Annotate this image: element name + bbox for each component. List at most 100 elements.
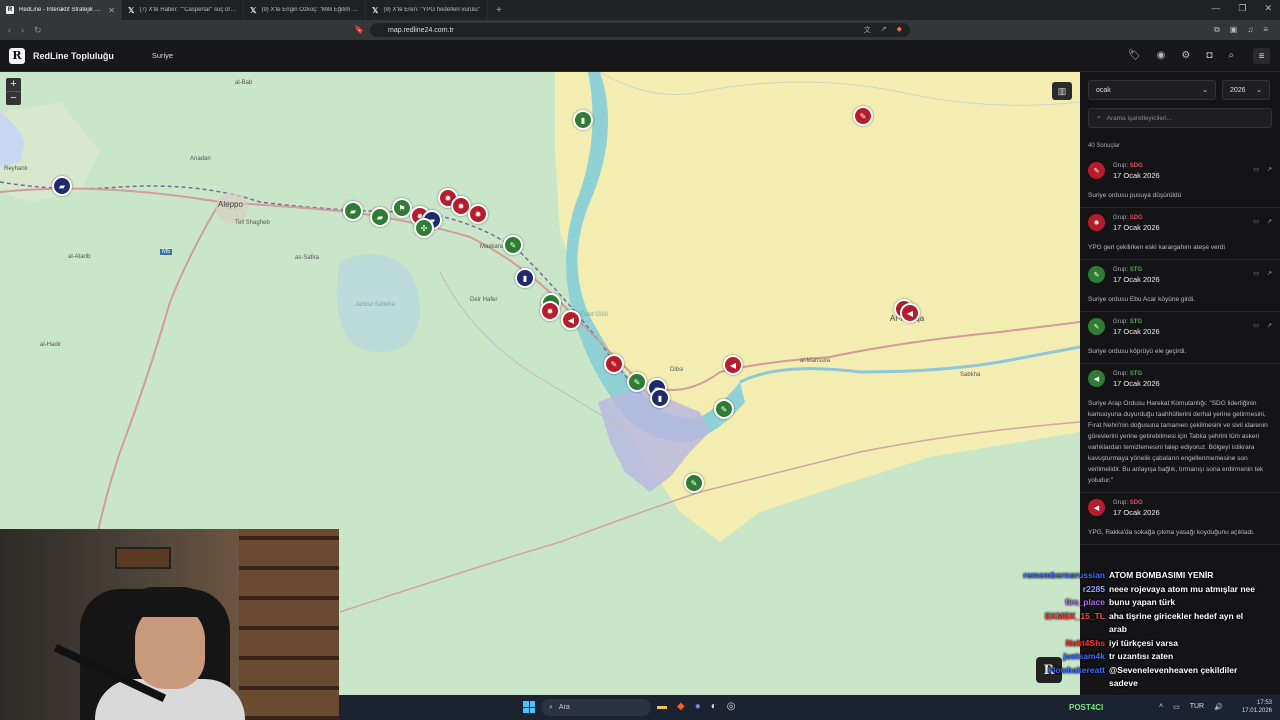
megaphone-marker[interactable]: ◀ bbox=[561, 310, 581, 330]
chevron-up-icon[interactable]: ˄ bbox=[1159, 703, 1163, 711]
group-label: Grup: bbox=[1113, 163, 1129, 169]
event-text: YPG, Rakka'da sokağa çıkma yasağı koyduğ… bbox=[1088, 529, 1255, 536]
target-marker[interactable]: ✣ bbox=[414, 218, 434, 238]
year-select[interactable]: 2026 ⌄ bbox=[1222, 80, 1270, 100]
external-link-icon[interactable]: ↗ bbox=[1267, 322, 1272, 329]
rifle-marker[interactable]: ✎ bbox=[627, 372, 647, 392]
maximize-icon[interactable]: ❐ bbox=[1238, 3, 1246, 14]
megaphone-marker[interactable]: ◀ bbox=[723, 355, 743, 375]
steam-icon[interactable]: ◐ bbox=[711, 701, 717, 712]
fire-marker[interactable]: ✹ bbox=[540, 301, 560, 321]
group-label: Grup: bbox=[1113, 500, 1129, 506]
truck-marker[interactable]: ▰ bbox=[343, 201, 363, 221]
share-icon[interactable]: ↗ bbox=[881, 25, 887, 35]
minimize-icon[interactable]: — bbox=[1211, 3, 1220, 14]
url-field[interactable]: map.redline24.com.tr 文 ↗ ◆ bbox=[370, 23, 910, 37]
system-tray: ˄ ▭ TUR 🔊 bbox=[1159, 703, 1223, 711]
new-tab-button[interactable]: + bbox=[488, 5, 510, 16]
zoom-out-button[interactable]: − bbox=[6, 92, 21, 105]
forward-icon[interactable]: › bbox=[21, 25, 24, 36]
taskbar-clock[interactable]: 17:53 17.01.2026 bbox=[1242, 699, 1272, 715]
event-item[interactable]: ◀ Grup: STG 17 Ocak 2026 Suriye Arap Ord… bbox=[1080, 364, 1280, 493]
obs-icon[interactable]: ◎ bbox=[727, 701, 736, 712]
reload-icon[interactable]: ↻ bbox=[34, 25, 42, 36]
map-label: Jabbul Sabkha bbox=[355, 302, 395, 308]
extension-icons: ⧉ ▣ ♫ ≡ bbox=[1214, 25, 1268, 35]
external-link-icon[interactable]: ↗ bbox=[1267, 218, 1272, 225]
truck-marker[interactable]: ▰ bbox=[52, 176, 72, 196]
discord-icon[interactable]: ● bbox=[695, 701, 701, 712]
external-link-icon[interactable]: ↗ bbox=[1267, 166, 1272, 173]
music-icon[interactable]: ♫ bbox=[1247, 25, 1253, 35]
event-item[interactable]: ✹ Grup: SDG 17 Ocak 2026 ▭ ↗ YPG geri çek… bbox=[1080, 208, 1280, 260]
folder-icon[interactable]: ▬ bbox=[657, 701, 667, 712]
rifle-marker[interactable]: ✎ bbox=[604, 354, 624, 374]
brand-name[interactable]: RedLine Topluluğu bbox=[33, 51, 114, 61]
layers-button[interactable]: ▥ bbox=[1052, 82, 1072, 100]
marker-search-input[interactable]: ⌕ Arama işaretleyicileri... bbox=[1088, 108, 1272, 128]
event-item[interactable]: ✎ Grup: SDG 17 Ocak 2026 ▭ ↗ Suriye ordus… bbox=[1080, 156, 1280, 208]
tray-app-icon[interactable]: ▭ bbox=[1173, 703, 1180, 711]
menu-button[interactable]: ≡ bbox=[1253, 48, 1270, 64]
sidebar-icon[interactable]: ▣ bbox=[1230, 25, 1238, 35]
rifle-marker[interactable]: ✎ bbox=[684, 473, 704, 493]
rifle-marker[interactable]: ✎ bbox=[503, 235, 523, 255]
fire-marker[interactable]: ✹ bbox=[468, 204, 488, 224]
rifle-icon: ✎ bbox=[1088, 318, 1105, 335]
event-item[interactable]: ✎ Grup: STG 17 Ocak 2026 ▭ ↗ Suriye ordus… bbox=[1080, 312, 1280, 364]
map-label: Esed Gölü bbox=[580, 312, 609, 318]
chat-text: ATOM BOMBASIMI YENİR bbox=[1109, 570, 1214, 580]
video-icon[interactable]: ▭ bbox=[1253, 322, 1259, 329]
event-item[interactable]: ◀ Grup: SDG 17 Ocak 2026 YPG, Rakka'da s… bbox=[1080, 493, 1280, 545]
chat-text: @Sevenelevenheaven çekildiler sadeve bbox=[1109, 664, 1238, 689]
close-window-icon[interactable]: ✕ bbox=[1264, 3, 1272, 14]
back-icon[interactable]: ‹ bbox=[8, 25, 11, 36]
bullet-marker[interactable]: ▮ bbox=[515, 268, 535, 288]
close-icon[interactable]: ✕ bbox=[108, 6, 115, 15]
bullet-icon: ▮ bbox=[657, 393, 663, 403]
settings-icon[interactable]: ⚙ bbox=[1181, 50, 1190, 61]
pin-icon[interactable]: ◉ bbox=[1157, 50, 1166, 61]
bullet-marker[interactable]: ▮ bbox=[650, 388, 670, 408]
tab-x-eren[interactable]: 𝕏 (9) X'te Eren: "YPG hedefleri vurulu" bbox=[366, 0, 488, 20]
brand-logo[interactable]: R bbox=[9, 47, 25, 64]
external-link-icon[interactable]: ↗ bbox=[1267, 270, 1272, 277]
language-indicator[interactable]: TUR bbox=[1190, 703, 1204, 711]
extensions-icon[interactable]: ⧉ bbox=[1214, 25, 1220, 35]
header-tools: 🏷 ◉ ⚙ ◘ ⌕ bbox=[1128, 50, 1234, 61]
bullet-marker[interactable]: ▮ bbox=[573, 110, 593, 130]
video-icon[interactable]: ▭ bbox=[1253, 270, 1259, 277]
chat-message: r2285 neee rojevaya atom mu atmışlar nee bbox=[1010, 583, 1280, 597]
browser-menu-icon[interactable]: ≡ bbox=[1263, 25, 1268, 35]
volume-icon[interactable]: 🔊 bbox=[1214, 703, 1223, 711]
search-icon[interactable]: ⌕ bbox=[1228, 50, 1234, 61]
video-icon[interactable]: ▭ bbox=[1253, 218, 1259, 225]
translate-icon[interactable]: 文 bbox=[864, 25, 871, 35]
tag-icon[interactable]: 🏷 bbox=[1128, 50, 1141, 61]
tab-redline[interactable]: R RedLine - İnteraktif Stratejik Harit ✕ bbox=[0, 0, 122, 20]
event-date: 17 Ocak 2026 bbox=[1113, 171, 1160, 180]
event-feed: ✎ Grup: SDG 17 Ocak 2026 ▭ ↗ Suriye ordus… bbox=[1080, 156, 1280, 545]
event-text: Suriye Arap Ordusu Harekat Komutanlığı: … bbox=[1088, 400, 1268, 484]
camera-icon[interactable]: ◘ bbox=[1206, 50, 1212, 61]
tab-x-engin[interactable]: 𝕏 (9) X'te Engin Özkoç: "Milli Eğitim Ba bbox=[244, 0, 366, 20]
bookmark-icon[interactable]: 🔖 bbox=[354, 25, 364, 34]
event-item[interactable]: ✎ Grup: STG 17 Ocak 2026 ▭ ↗ Suriye ordus… bbox=[1080, 260, 1280, 312]
video-icon[interactable]: ▭ bbox=[1253, 166, 1259, 173]
zoom-in-button[interactable]: + bbox=[6, 78, 21, 92]
brave-icon[interactable]: ◆ bbox=[677, 701, 685, 712]
event-meta: Grup: SDG 17 Ocak 2026 bbox=[1113, 162, 1160, 182]
rifle-marker[interactable]: ✎ bbox=[714, 399, 734, 419]
flag-marker[interactable]: ⚑ bbox=[392, 198, 412, 218]
shield-icon[interactable]: ◆ bbox=[897, 25, 902, 35]
rifle-marker[interactable]: ✎ bbox=[853, 106, 873, 126]
nav-link-suriye[interactable]: Suriye bbox=[152, 51, 173, 60]
megaphone-marker[interactable]: ◀ bbox=[900, 303, 920, 323]
tab-x-haber[interactable]: 𝕏 (7) X'te Haber: ""Casperlar" suç örgüt bbox=[122, 0, 244, 20]
bookshelf bbox=[239, 529, 339, 720]
tab-title: (9) X'te Engin Özkoç: "Milli Eğitim Ba bbox=[261, 7, 359, 13]
taskbar-search[interactable]: ⌕ Ara bbox=[541, 699, 651, 716]
month-select[interactable]: ocak ⌄ bbox=[1088, 80, 1216, 100]
windows-start-icon[interactable] bbox=[523, 701, 535, 713]
truck-marker[interactable]: ▰ bbox=[370, 207, 390, 227]
